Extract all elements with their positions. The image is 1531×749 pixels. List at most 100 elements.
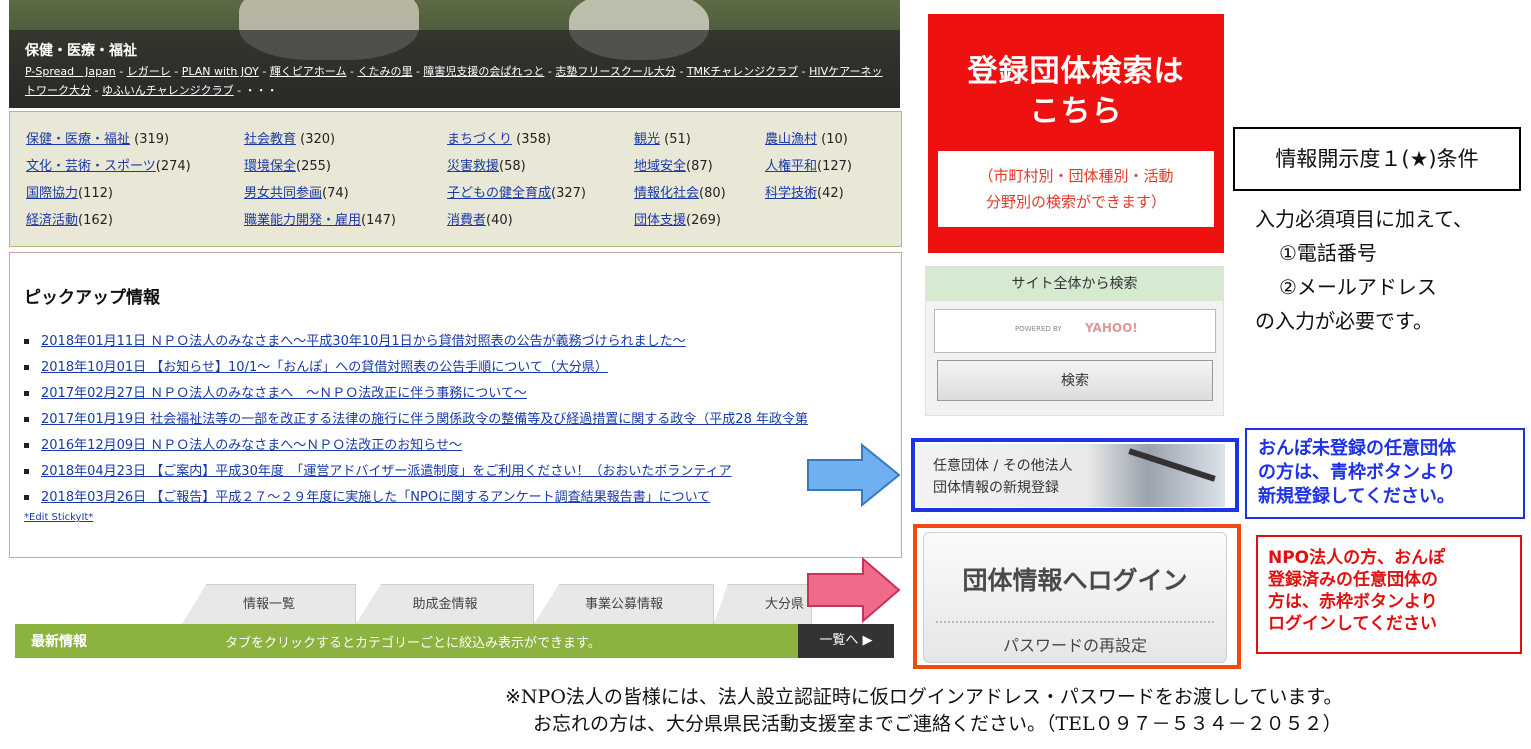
banner-link[interactable]: 輝くピアホーム: [270, 65, 347, 78]
category-item: 科学技術(42): [765, 186, 844, 201]
category-link[interactable]: 経済活動: [26, 213, 78, 228]
category-row: 経済活動(162) 職業能力開発・雇用(147) 消費者(40) 団体支援(26…: [26, 209, 901, 236]
pickup-link[interactable]: 2018年10月01日 【お知らせ】10/1～「おんぽ」への貸借対照表の公告手順…: [41, 360, 608, 375]
pickup-list: 2018年01月11日 ＮＰＯ法人のみなさまへ～平成30年10月1日から貸借対照…: [24, 330, 901, 512]
latest-hint: タブをクリックするとカテゴリーごとに絞込み表示ができます。: [225, 636, 601, 651]
pickup-link[interactable]: 2018年01月11日 ＮＰＯ法人のみなさまへ～平成30年10月1日から貸借対照…: [41, 334, 686, 349]
category-item: 団体支援(269): [634, 213, 721, 228]
category-link[interactable]: 観光: [634, 132, 660, 147]
category-item: 保健・医療・福祉 (319): [26, 132, 170, 147]
blue-arrow-icon: [807, 442, 901, 508]
category-item: 子どもの健全育成(327): [447, 186, 586, 201]
bullet-icon: [24, 443, 29, 448]
pickup-link[interactable]: 2018年04月23日 【ご案内】平成30年度 「運営アドバイザー派遣制度」をご…: [41, 464, 732, 479]
banner-link[interactable]: 障害児支援の会ぱれっと: [423, 65, 544, 78]
banner-link[interactable]: ゆふいんチャレンジクラブ: [102, 84, 234, 97]
tab-oita[interactable]: 大分県: [714, 584, 812, 624]
category-link[interactable]: 保健・医療・福祉: [26, 132, 130, 147]
pickup-box: ピックアップ情報 2018年01月11日 ＮＰＯ法人のみなさまへ～平成30年10…: [9, 252, 902, 558]
bullet-icon: [24, 391, 29, 396]
banner-link[interactable]: 志塾フリースクール大分: [555, 65, 675, 78]
category-link[interactable]: 農山漁村: [765, 132, 817, 147]
category-item: 国際協力(112): [26, 186, 113, 201]
category-link[interactable]: 地域安全: [634, 159, 686, 174]
group-search-line1: 登録団体検索は: [967, 54, 1185, 89]
bullet-icon: [24, 417, 29, 422]
banner-links: P-Spread Japan - レガーレ - PLAN with JOY - …: [25, 65, 883, 97]
category-link[interactable]: 国際協力: [26, 186, 78, 201]
category-item: 農山漁村 (10): [765, 132, 848, 147]
list-more-button[interactable]: 一覧へ ▶: [798, 624, 894, 658]
category-link[interactable]: 科学技術: [765, 186, 817, 201]
category-item: 男女共同参画(74): [244, 186, 349, 201]
category-item: 情報化社会(80): [634, 186, 726, 201]
category-item: 文化・芸術・スポーツ(274): [26, 159, 191, 174]
bullet-icon: [24, 495, 29, 500]
category-item: 経済活動(162): [26, 213, 113, 228]
category-link[interactable]: 職業能力開発・雇用: [244, 213, 361, 228]
bullet-icon: [24, 469, 29, 474]
banner-category-title[interactable]: 保健・医療・福祉: [25, 40, 886, 60]
latest-title: 最新情報: [31, 634, 87, 650]
footer-note: ※NPO法人の皆様には、法人設立認証時に仮ログインアドレス・パスワードをお渡しし…: [505, 686, 1343, 735]
banner-link[interactable]: レガーレ: [127, 65, 171, 78]
pickup-item: 2017年01月19日 社会福祉法等の一部を改正する法律の施行に伴う関係政令の整…: [24, 408, 901, 434]
group-search-button[interactable]: 登録団体検索は こちら （市町村別・団体種別・活動 分野別の検索ができます）: [928, 14, 1224, 253]
login-label: 団体情報へログイン: [962, 566, 1188, 595]
category-link[interactable]: 災害救援: [447, 159, 499, 174]
powered-by-label: POWERED BY: [1015, 325, 1062, 333]
category-item: まちづくり (358): [447, 132, 552, 147]
category-box: 保健・医療・福祉 (319) 社会教育 (320) まちづくり (358) 観光…: [9, 111, 902, 247]
category-item: 観光 (51): [634, 132, 691, 147]
category-link[interactable]: 環境保全: [244, 159, 296, 174]
category-item: 職業能力開発・雇用(147): [244, 213, 396, 228]
category-link[interactable]: 情報化社会: [634, 186, 699, 201]
banner-photo: 保健・医療・福祉 P-Spread Japan - レガーレ - PLAN wi…: [9, 0, 900, 108]
banner-link[interactable]: PLAN with JOY: [182, 65, 259, 78]
tab-info-list[interactable]: 情報一覧: [182, 584, 356, 624]
banner-link[interactable]: P-Spread Japan: [25, 65, 116, 78]
password-reset-link[interactable]: パスワードの再設定: [924, 632, 1226, 656]
blue-note: おんぽ未登録の任意団体 の方は、青枠ボタンより 新規登録してください。: [1245, 428, 1525, 519]
banner-overlay: 保健・医療・福祉 P-Spread Japan - レガーレ - PLAN wi…: [9, 30, 900, 108]
bullet-icon: [24, 365, 29, 370]
site-search-input[interactable]: POWERED BY YAHOO!: [934, 309, 1216, 353]
category-item: 災害救援(58): [447, 159, 526, 174]
category-item: 消費者(40): [447, 213, 513, 228]
category-link[interactable]: 団体支援: [634, 213, 686, 228]
category-link[interactable]: 文化・芸術・スポーツ: [26, 159, 156, 174]
category-row: 保健・医療・福祉 (319) 社会教育 (320) まちづくり (358) 観光…: [26, 128, 901, 155]
category-link[interactable]: 子どもの健全育成: [447, 186, 551, 201]
category-item: 社会教育 (320): [244, 132, 336, 147]
group-login-button[interactable]: 団体情報へログイン パスワードの再設定: [923, 532, 1227, 663]
category-row: 文化・芸術・スポーツ(274) 環境保全(255) 災害救援(58) 地域安全(…: [26, 155, 901, 182]
edit-stickyit-link[interactable]: *Edit StickyIt*: [24, 512, 901, 523]
banner-link[interactable]: くたみの里: [357, 65, 412, 78]
banner-link[interactable]: TMKチャレンジクラブ: [687, 65, 798, 78]
tab-public-offer[interactable]: 事業公募情報: [534, 584, 714, 624]
pickup-link[interactable]: 2017年02月27日 ＮＰＯ法人のみなさまへ ～ＮＰＯ法改正に伴う事務について…: [41, 386, 527, 401]
category-link[interactable]: 消費者: [447, 213, 486, 228]
group-search-line2: こちら: [1029, 94, 1123, 129]
category-link[interactable]: 人権平和: [765, 159, 817, 174]
pickup-item: 2018年04月23日 【ご案内】平成30年度 「運営アドバイザー派遣制度」をご…: [24, 460, 901, 486]
red-note: NPO法人の方、おんぽ 登録済みの任意団体の 方は、赤枠ボタンより ログインして…: [1256, 535, 1522, 654]
category-link[interactable]: 男女共同参画: [244, 186, 322, 201]
pickup-link[interactable]: 2016年12月09日 ＮＰＯ法人のみなさまへ～ＮＰＯ法改正のお知らせ～: [41, 438, 462, 453]
new-registration-button[interactable]: 任意団体 / その他法人 団体情報の新規登録: [917, 444, 1225, 507]
pickup-item: 2016年12月09日 ＮＰＯ法人のみなさまへ～ＮＰＯ法改正のお知らせ～: [24, 434, 901, 460]
site-search-header: サイト全体から検索: [926, 267, 1223, 301]
pickup-link[interactable]: 2018年03月26日 【ご報告】平成２７～２９年度に実施した「NPOに関するア…: [41, 490, 710, 505]
pen-icon: [1128, 448, 1216, 482]
pickup-link[interactable]: 2017年01月19日 社会福祉法等の一部を改正する法律の施行に伴う関係政令の整…: [41, 412, 808, 427]
new-registration-label: 任意団体 / その他法人 団体情報の新規登録: [933, 458, 1073, 496]
category-link[interactable]: 社会教育: [244, 132, 296, 147]
pickup-item: 2018年01月11日 ＮＰＯ法人のみなさまへ～平成30年10月1日から貸借対照…: [24, 330, 901, 356]
tab-grant-info[interactable]: 助成金情報: [356, 584, 534, 624]
yahoo-logo-icon: YAHOO!: [1085, 321, 1138, 335]
search-button[interactable]: 検索: [937, 360, 1213, 401]
category-link[interactable]: まちづくり: [447, 132, 512, 147]
pink-arrow-icon: [807, 556, 901, 624]
category-item: 環境保全(255): [244, 159, 331, 174]
category-item: 地域安全(87): [634, 159, 713, 174]
